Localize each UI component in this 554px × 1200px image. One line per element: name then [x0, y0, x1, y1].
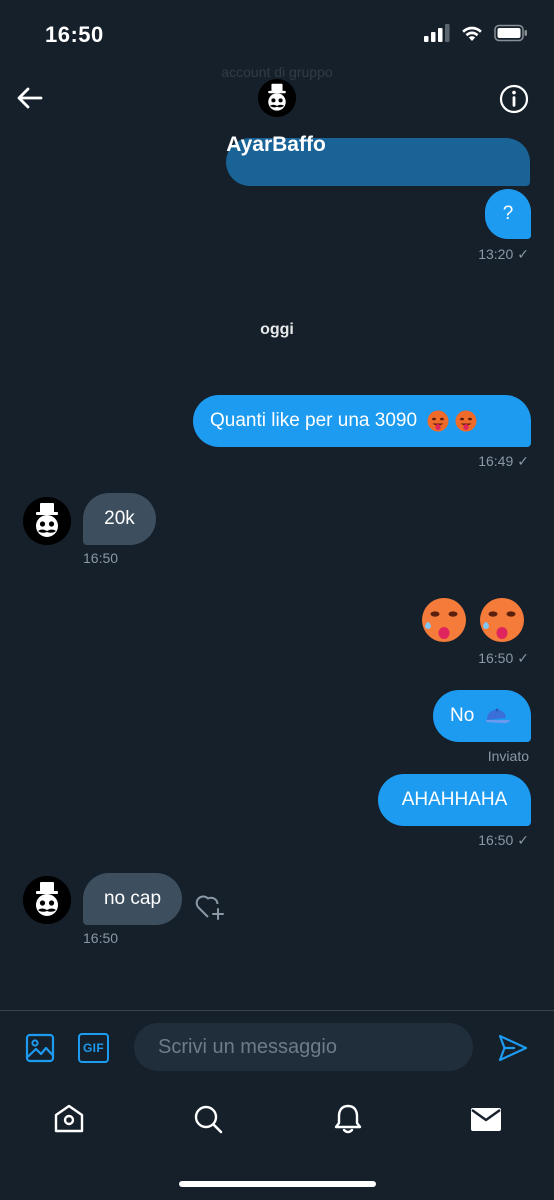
home-indicator: [179, 1181, 376, 1187]
header-faded-subtitle: account di gruppo: [221, 64, 333, 80]
timestamp-text: 13:20: [478, 246, 514, 262]
hot-face-emoji: [422, 598, 466, 642]
home-icon[interactable]: [52, 1102, 86, 1136]
timestamp-text: 16:49: [478, 453, 514, 469]
timestamp-text: 16:50: [478, 832, 514, 848]
message-bubble-outgoing[interactable]: No: [433, 690, 531, 742]
message-input[interactable]: Scrivi un messaggio: [134, 1023, 473, 1071]
wifi-icon: [462, 26, 482, 41]
signal-icon: [424, 24, 450, 42]
message-bubble-incoming[interactable]: 20k: [83, 493, 156, 545]
dm-conversation-screen: 16:50 account di gruppo AyarBaffo ? 13:2…: [0, 0, 554, 1200]
message-text: ?: [502, 203, 514, 224]
message-timestamp: 16:49 ✓: [478, 453, 529, 470]
day-separator: oggi: [260, 321, 294, 338]
add-reaction-heart-icon[interactable]: [194, 890, 228, 922]
message-bubble-outgoing[interactable]: Quanti like per una 3090: [193, 395, 531, 447]
header-avatar[interactable]: [258, 79, 296, 117]
info-icon[interactable]: [498, 83, 530, 115]
message-timestamp: 16:50: [83, 550, 119, 566]
status-icons: [424, 24, 528, 42]
image-icon[interactable]: [25, 1033, 55, 1063]
message-composer: GIF Scrivi un messaggio: [0, 1010, 554, 1088]
message-text: 20k: [104, 508, 135, 529]
sent-check-icon: ✓: [517, 650, 529, 666]
message-text: no cap: [103, 888, 162, 909]
mail-icon[interactable]: [469, 1102, 503, 1136]
message-status: Inviato: [487, 748, 529, 764]
message-text: AHAHHAHA: [401, 789, 508, 810]
sender-avatar[interactable]: [23, 497, 71, 545]
message-timestamp: 13:20 ✓: [478, 246, 529, 263]
timestamp-text: 16:50: [478, 650, 514, 666]
cap-emoji: [486, 708, 511, 724]
emoji-message[interactable]: [420, 596, 526, 644]
sent-check-icon: ✓: [517, 246, 529, 262]
message-timestamp: 16:50: [83, 930, 119, 946]
sent-check-icon: ✓: [517, 832, 529, 848]
gif-icon[interactable]: GIF: [78, 1033, 109, 1063]
message-text: Quanti like per una 3090: [210, 410, 418, 431]
conversation-header: account di gruppo AyarBaffo: [0, 64, 554, 164]
sender-avatar[interactable]: [23, 876, 71, 924]
conversation-name-text: AyarBaffo: [226, 133, 326, 156]
mascot-avatar-icon: [23, 876, 71, 924]
hot-face-emoji: [427, 410, 477, 432]
message-text: No: [450, 705, 475, 726]
mascot-avatar-icon: [23, 497, 71, 545]
message-timestamp: 16:50 ✓: [478, 832, 529, 849]
message-bubble-outgoing[interactable]: AHAHHAHA: [378, 774, 531, 826]
bell-icon[interactable]: [331, 1102, 365, 1136]
message-bubble-incoming[interactable]: no cap: [83, 873, 182, 925]
message-bubble-outgoing[interactable]: ?: [485, 189, 531, 239]
back-arrow-icon[interactable]: [14, 82, 46, 114]
gif-label: GIF: [83, 1041, 104, 1055]
status-time: 16:50: [45, 22, 104, 47]
battery-icon: [494, 24, 527, 42]
message-timestamp: 16:50 ✓: [478, 650, 529, 667]
mascot-avatar-icon: [258, 79, 296, 117]
sent-check-icon: ✓: [517, 453, 529, 469]
message-input-placeholder: Scrivi un messaggio: [158, 1035, 337, 1058]
conversation-name[interactable]: AyarBaffo: [0, 133, 554, 157]
status-bar: 16:50: [0, 0, 554, 64]
send-icon[interactable]: [497, 1033, 529, 1063]
search-icon[interactable]: [191, 1102, 225, 1136]
hot-face-emoji: [480, 598, 524, 642]
